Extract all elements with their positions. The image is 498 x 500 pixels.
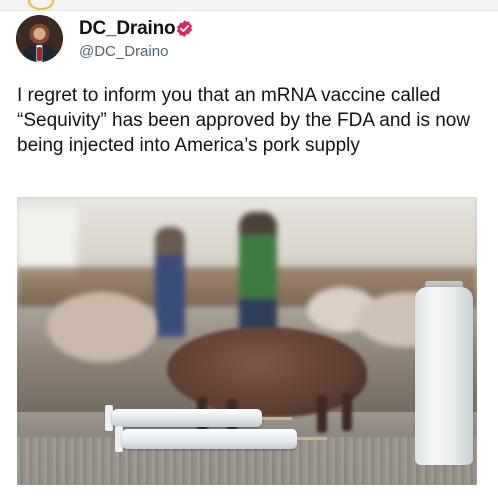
pig-leg <box>342 393 352 431</box>
syringe <box>122 429 297 449</box>
syringe-needle <box>297 437 327 440</box>
tweet-media-image[interactable] <box>17 197 477 485</box>
syringe <box>112 409 262 427</box>
display-name[interactable]: DC_Draino <box>79 18 176 40</box>
farm-worker-figure <box>155 227 185 337</box>
avatar[interactable] <box>16 15 63 62</box>
tweet-card: DC_Draino @DC_Draino I regret to inform … <box>0 0 498 500</box>
emoji-fragment-icon <box>28 0 54 10</box>
pig-leg <box>317 395 327 433</box>
user-handle[interactable]: @DC_Draino <box>79 43 168 60</box>
verified-badge-icon <box>176 20 193 37</box>
syringe-needle <box>262 417 292 420</box>
tweet-text: I regret to inform you that an mRNA vacc… <box>17 85 471 156</box>
avatar-tie <box>37 47 42 61</box>
vaccine-vial <box>415 287 473 465</box>
pig-figure <box>47 292 157 362</box>
farm-worker-figure <box>239 212 277 332</box>
previous-post-edge <box>0 0 498 11</box>
